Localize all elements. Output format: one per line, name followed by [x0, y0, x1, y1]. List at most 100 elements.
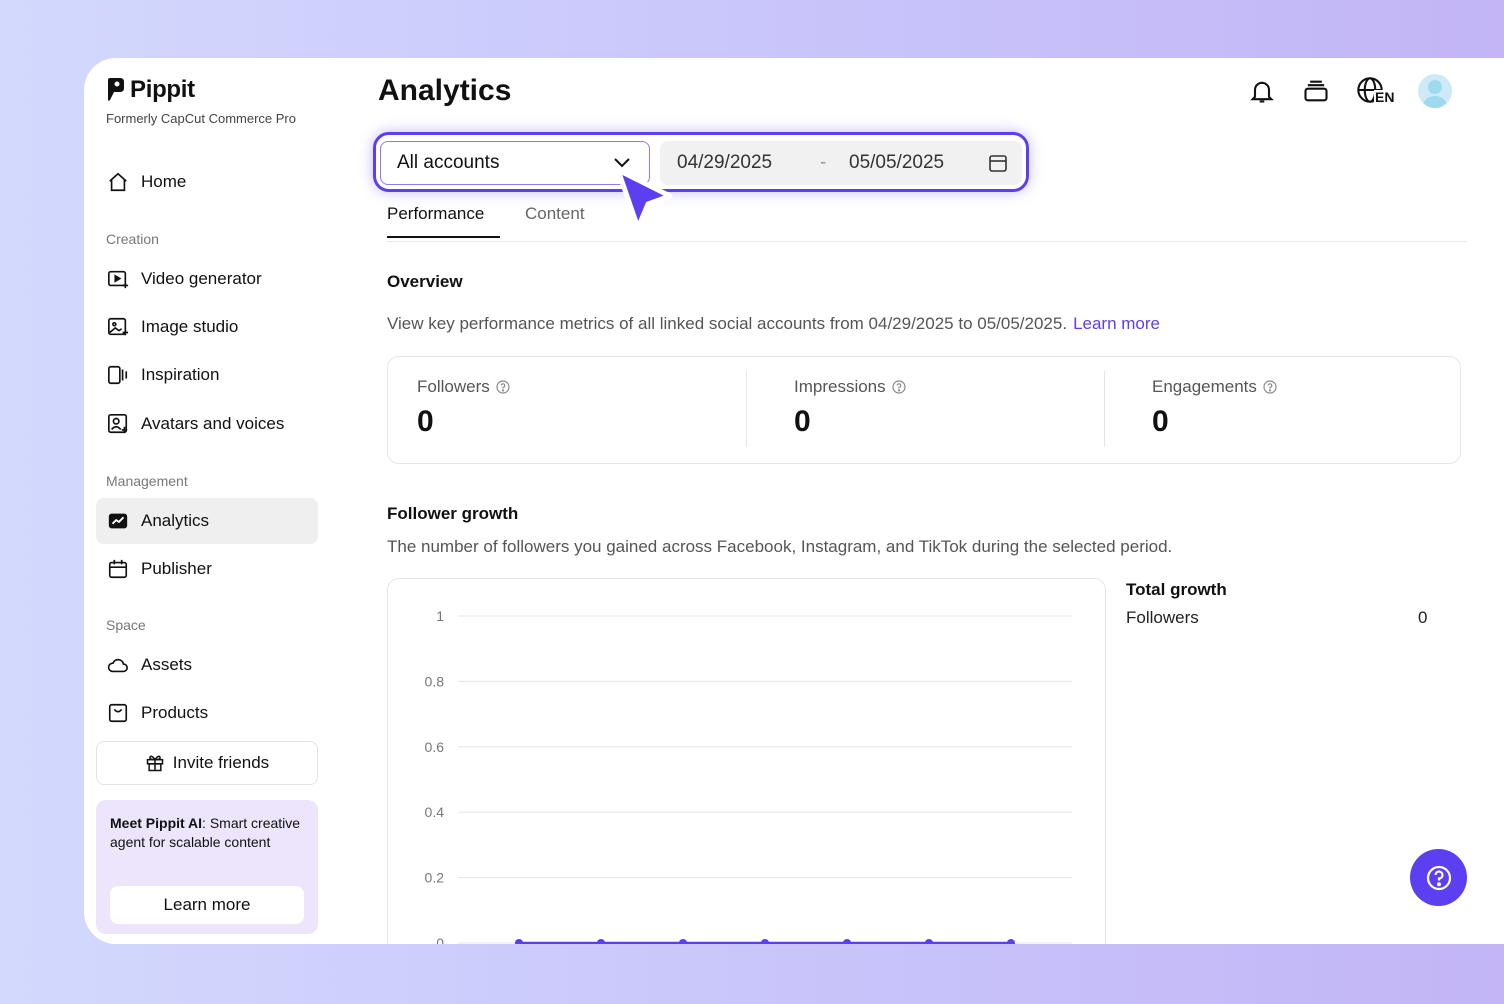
- metric-label: Engagements: [1152, 377, 1277, 397]
- sidebar-item-analytics[interactable]: Analytics: [96, 498, 318, 544]
- language-code: EN: [1374, 89, 1396, 105]
- question-circle-icon[interactable]: [496, 380, 510, 394]
- cloud-icon: [107, 658, 128, 673]
- follower-growth-chart: 1 0.8 0.6 0.4 0.2 0: [387, 578, 1106, 944]
- section-space: Space: [106, 617, 146, 633]
- metric-label-text: Engagements: [1152, 377, 1257, 396]
- promo-text: Meet Pippit AI: Smart creative agent for…: [110, 814, 304, 852]
- calendar-icon: [108, 559, 128, 579]
- tab-content[interactable]: Content: [525, 204, 585, 238]
- sidebar-item-home[interactable]: Home: [96, 159, 318, 205]
- page-title: Analytics: [378, 74, 512, 107]
- metric-value: 0: [1152, 405, 1169, 438]
- data-point[interactable]: [843, 939, 851, 944]
- credits-stack-icon[interactable]: [1302, 77, 1330, 105]
- follower-growth-description: The number of followers you gained acros…: [387, 537, 1173, 556]
- sidebar-item-label: Avatars and voices: [141, 414, 285, 433]
- inspiration-icon: [108, 365, 128, 385]
- invite-friends-button[interactable]: Invite friends: [96, 741, 318, 785]
- total-growth-label: Followers: [1126, 608, 1199, 627]
- bag-icon: [108, 703, 128, 723]
- metric-label-text: Followers: [417, 377, 490, 396]
- sidebar-item-label: Inspiration: [141, 365, 220, 384]
- sidebar-item-label: Image studio: [141, 317, 239, 336]
- total-growth-value: 0: [1418, 608, 1428, 627]
- calendar-icon[interactable]: [988, 153, 1008, 173]
- sidebar-item-avatars-voices[interactable]: Avatars and voices: [96, 401, 318, 447]
- sidebar-item-label: Products: [141, 703, 209, 722]
- bell-icon[interactable]: [1248, 77, 1276, 105]
- gift-icon: [146, 755, 164, 772]
- overview-learn-more-link[interactable]: Learn more: [1073, 314, 1160, 333]
- sidebar-item-publisher[interactable]: Publisher: [96, 546, 318, 592]
- metric-divider: [1104, 371, 1105, 447]
- sidebar-item-image-studio[interactable]: Image studio: [96, 304, 318, 350]
- sidebar-item-label: Video generator: [141, 269, 262, 288]
- section-creation: Creation: [106, 231, 159, 247]
- line-chart: 1 0.8 0.6 0.4 0.2 0: [425, 608, 1072, 944]
- image-studio-icon: [108, 317, 129, 336]
- sidebar-item-label: Publisher: [141, 559, 212, 578]
- metrics-card: Followers 0 Impressions 0 Engagements 0: [387, 356, 1461, 464]
- sidebar-item-label: Analytics: [141, 511, 210, 530]
- question-circle-icon: [1426, 865, 1451, 890]
- brand-name: Pippit: [130, 76, 195, 103]
- sidebar-item-video-generator[interactable]: Video generator: [96, 256, 318, 302]
- tab-performance[interactable]: Performance: [387, 204, 501, 238]
- analytics-icon: [108, 513, 128, 529]
- brand-logo[interactable]: Pippit: [106, 76, 195, 104]
- data-point[interactable]: [679, 939, 687, 944]
- data-point[interactable]: [515, 939, 523, 944]
- metric-label: Impressions: [794, 377, 906, 397]
- metric-label-text: Impressions: [794, 377, 886, 396]
- avatar[interactable]: [1418, 74, 1452, 108]
- sidebar-item-assets[interactable]: Assets: [96, 642, 318, 688]
- sidebar-item-inspiration[interactable]: Inspiration: [96, 352, 318, 398]
- data-point[interactable]: [1007, 939, 1015, 944]
- y-tick-label: 0: [436, 935, 444, 944]
- sidebar: Pippit Formerly CapCut Commerce Pro Home…: [84, 58, 334, 944]
- sidebar-item-label: Home: [141, 172, 187, 191]
- section-management: Management: [106, 473, 188, 489]
- invite-friends-label: Invite friends: [172, 753, 270, 772]
- data-point[interactable]: [925, 939, 933, 944]
- sidebar-item-products[interactable]: Products: [96, 690, 318, 736]
- y-tick-label: 1: [436, 608, 444, 624]
- sidebar-item-label: Assets: [141, 655, 193, 674]
- data-point[interactable]: [597, 939, 605, 944]
- home-icon: [109, 172, 127, 192]
- language-selector[interactable]: EN: [1356, 76, 1396, 106]
- account-select[interactable]: All accounts: [380, 141, 650, 185]
- help-button[interactable]: [1410, 849, 1467, 906]
- question-circle-icon[interactable]: [892, 380, 906, 394]
- date-to[interactable]: 05/05/2025: [849, 152, 944, 174]
- filter-bar: All accounts 04/29/2025 - 05/05/2025: [373, 132, 1029, 192]
- overview-title: Overview: [387, 272, 463, 291]
- brand-subtitle: Formerly CapCut Commerce Pro: [106, 111, 296, 126]
- follower-growth-title: Follower growth: [387, 504, 519, 523]
- overview-description-text: View key performance metrics of all link…: [387, 314, 1068, 333]
- video-generator-icon: [108, 270, 129, 289]
- promo-learn-more-button[interactable]: Learn more: [110, 886, 304, 924]
- total-growth-title: Total growth: [1126, 580, 1227, 599]
- metric-label: Followers: [417, 377, 510, 397]
- tab-bar: Performance Content: [387, 198, 1467, 242]
- metric-value: 0: [417, 405, 434, 438]
- y-tick-label: 0.2: [425, 870, 445, 886]
- date-separator: -: [820, 152, 827, 173]
- date-from[interactable]: 04/29/2025: [677, 152, 772, 174]
- y-tick-label: 0.6: [425, 739, 445, 755]
- app-window: Pippit Formerly CapCut Commerce Pro Home…: [84, 58, 1504, 944]
- data-point[interactable]: [761, 939, 769, 944]
- y-tick-label: 0.4: [425, 804, 445, 820]
- avatar-voice-icon: [108, 414, 128, 434]
- pippit-logo-icon: [108, 78, 124, 101]
- promo-bold: Meet Pippit AI: [110, 815, 203, 831]
- metric-divider: [746, 371, 747, 447]
- account-select-value: All accounts: [397, 152, 500, 173]
- promo-card: Meet Pippit AI: Smart creative agent for…: [96, 800, 318, 934]
- date-range-picker[interactable]: 04/29/2025 - 05/05/2025: [660, 141, 1022, 185]
- question-circle-icon[interactable]: [1263, 380, 1277, 394]
- y-tick-label: 0.8: [425, 673, 445, 689]
- metric-value: 0: [794, 405, 811, 438]
